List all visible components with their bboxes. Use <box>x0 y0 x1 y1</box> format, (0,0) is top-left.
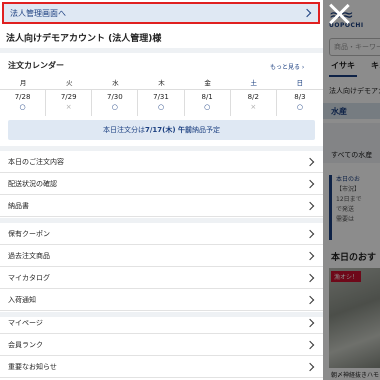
side-drawer: 法人管理画面へ 法人向けデモアカウント (法人管理)様 注文カレンダー もっと見… <box>0 0 323 380</box>
menu-item-member-rank[interactable]: 会員ランク <box>0 334 323 356</box>
menu-item-today-orders[interactable]: 本日のご注文内容 <box>0 151 323 173</box>
order-calendar: 月 火 水 木 金 土 日 7/28 ○ 7/29 × 7/30 ○ 7/31 ○ 8/… <box>0 75 323 116</box>
chevron-right-icon <box>305 318 315 327</box>
chevron-right-icon <box>305 201 315 210</box>
chevron-right-icon <box>305 362 315 371</box>
calendar-cell[interactable]: 7/28 ○ <box>0 89 47 116</box>
menu-item-past-orders[interactable]: 過去注文商品 <box>0 245 323 267</box>
menu-group-account: マイページ 会員ランク 重要なお知らせ <box>0 312 323 378</box>
calendar-title: 注文カレンダー <box>8 61 64 70</box>
chevron-right-icon <box>305 157 315 166</box>
menu-item-arrival-notice[interactable]: 入荷通知 <box>0 289 323 311</box>
chevron-right-icon <box>305 295 315 304</box>
corp-admin-label: 法人管理画面へ <box>10 8 66 18</box>
delivery-notice: 本日注文分は7/17(木) 午前納品予定 <box>8 120 315 140</box>
account-name: 法人向けデモアカウント (法人管理)様 <box>6 34 162 44</box>
chevron-right-icon <box>305 251 315 260</box>
chevron-right-icon <box>305 179 315 188</box>
menu-group-orders: 本日のご注文内容 配送状況の確認 納品書 <box>0 151 323 217</box>
calendar-cell[interactable]: 7/30 ○ <box>92 89 139 116</box>
menu-item-coupons[interactable]: 保有クーポン <box>0 223 323 245</box>
day-wed: 水 <box>112 79 119 87</box>
calendar-more-link[interactable]: もっと見る › <box>270 62 304 71</box>
calendar-cell[interactable]: 7/31 ○ <box>138 89 185 116</box>
menu-item-important-news[interactable]: 重要なお知らせ <box>0 356 323 378</box>
day-sun: 日 <box>296 79 304 87</box>
corp-admin-link[interactable]: 法人管理画面へ <box>2 2 320 24</box>
chevron-right-icon <box>302 8 312 18</box>
calendar-cell[interactable]: 8/1 ○ <box>184 89 231 116</box>
day-tue: 火 <box>65 79 73 87</box>
calendar-cell: 7/29 × <box>46 89 93 116</box>
calendar-cell: 8/2 × <box>230 89 277 116</box>
menu-item-my-catalog[interactable]: マイカタログ <box>0 267 323 289</box>
calendar-cell[interactable]: 8/3 ○ <box>276 89 323 116</box>
chevron-right-icon <box>305 229 315 238</box>
day-thu: 木 <box>158 79 165 87</box>
menu-item-invoice[interactable]: 納品書 <box>0 195 323 217</box>
close-icon[interactable] <box>328 3 350 25</box>
menu-group-shopping: 保有クーポン 過去注文商品 マイカタログ 入荷通知 <box>0 223 323 311</box>
day-sat: 土 <box>250 79 258 87</box>
menu-item-delivery-status[interactable]: 配送状況の確認 <box>0 173 323 195</box>
day-mon: 月 <box>19 79 27 87</box>
overlay-scrim[interactable] <box>323 0 380 380</box>
day-fri: 金 <box>204 79 211 87</box>
chevron-right-icon <box>305 273 315 282</box>
menu-item-mypage[interactable]: マイページ <box>0 312 323 334</box>
chevron-right-icon <box>305 340 315 349</box>
